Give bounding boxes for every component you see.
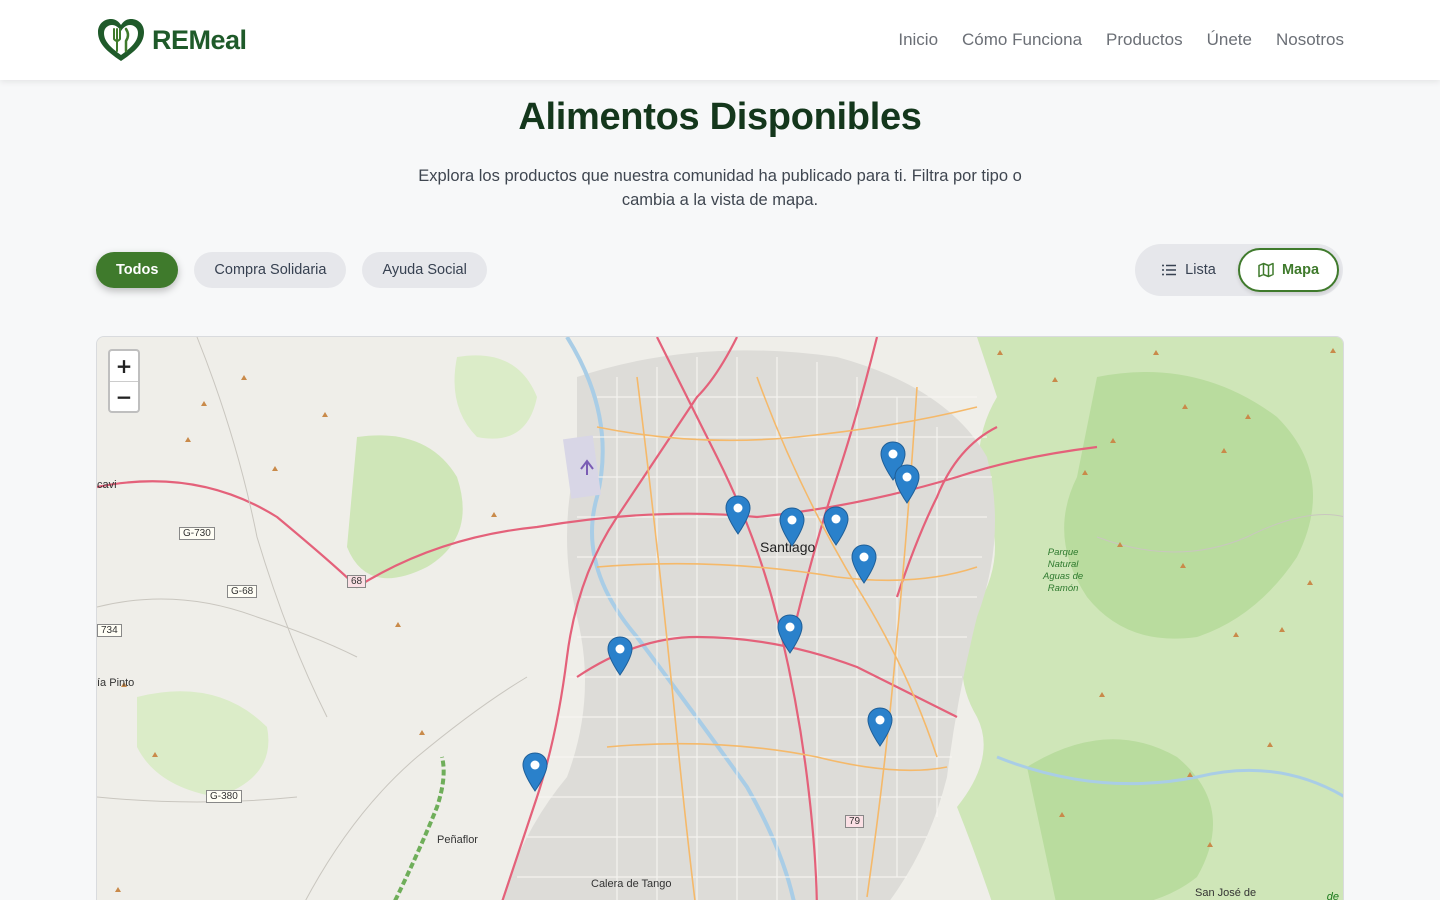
nav-productos[interactable]: Productos <box>1106 30 1183 50</box>
brand-name: REMeal <box>152 24 247 55</box>
main-nav: Inicio Cómo Funciona Productos Únete Nos… <box>898 0 1344 80</box>
map-marker[interactable] <box>894 464 920 504</box>
map-marker[interactable] <box>725 495 751 535</box>
park-label: Parque Natural Aguas de Ramón <box>1043 547 1083 595</box>
park-label-line: Parque <box>1047 547 1079 558</box>
logo[interactable]: REMeal <box>96 16 247 64</box>
view-toggle: Lista Mapa <box>1135 244 1343 296</box>
nav-unete[interactable]: Únete <box>1207 30 1252 50</box>
road-label: 68 <box>347 575 367 588</box>
zoom-in-button[interactable]: + <box>110 351 138 381</box>
map-view-button[interactable]: Mapa <box>1237 248 1339 292</box>
road-label: G-68 <box>227 585 258 598</box>
list-icon <box>1162 264 1177 276</box>
map-icon <box>1258 262 1274 278</box>
top-navbar: REMeal Inicio Cómo Funciona Productos Ún… <box>0 0 1440 80</box>
filter-todos[interactable]: Todos <box>96 252 179 288</box>
filter-chips: Todos Compra Solidaria Ayuda Social <box>96 252 487 288</box>
road-label: 79 <box>845 815 865 828</box>
filter-compra-solidaria[interactable]: Compra Solidaria <box>194 252 347 288</box>
zoom-controls: + − <box>108 349 140 413</box>
filter-ayuda-social[interactable]: Ayuda Social <box>362 252 487 288</box>
logo-heart-icon <box>98 19 144 61</box>
nav-inicio[interactable]: Inicio <box>898 30 938 50</box>
nav-nosotros[interactable]: Nosotros <box>1276 30 1344 50</box>
place-label: Peñaflor <box>437 834 478 846</box>
map-attribution[interactable]: de <box>1327 891 1339 900</box>
list-view-button[interactable]: Lista <box>1139 248 1238 292</box>
road-label: G-730 <box>179 527 215 540</box>
map-marker[interactable] <box>867 707 893 747</box>
park-label-line: Ramón <box>1047 583 1079 594</box>
map-marker[interactable] <box>522 752 548 792</box>
map-marker[interactable] <box>607 636 633 676</box>
zoom-out-button[interactable]: − <box>110 381 138 411</box>
list-view-label: Lista <box>1185 262 1216 278</box>
nav-como-funciona[interactable]: Cómo Funciona <box>962 30 1082 50</box>
road-label: 734 <box>97 624 122 637</box>
map-marker[interactable] <box>851 544 877 584</box>
park-label-line: Aguas de <box>1043 571 1084 582</box>
place-label: cavi <box>97 479 117 491</box>
map-marker[interactable] <box>777 614 803 654</box>
page-subtitle: Explora los productos que nuestra comuni… <box>418 167 1022 209</box>
place-label: San José de <box>1195 887 1257 899</box>
place-label: ía Pinto <box>97 677 135 689</box>
map-marker[interactable] <box>779 507 805 547</box>
place-label: Calera de Tango <box>591 878 672 890</box>
map-container[interactable]: + − Santiago Parque Natural Aguas de Ram… <box>96 336 1344 900</box>
road-label: G-380 <box>206 790 242 803</box>
map-tiles[interactable] <box>97 337 1344 900</box>
map-marker[interactable] <box>823 506 849 546</box>
page-title: Alimentos Disponibles <box>518 96 922 138</box>
map-view-label: Mapa <box>1281 262 1320 278</box>
park-label-line: Natural <box>1047 559 1079 570</box>
